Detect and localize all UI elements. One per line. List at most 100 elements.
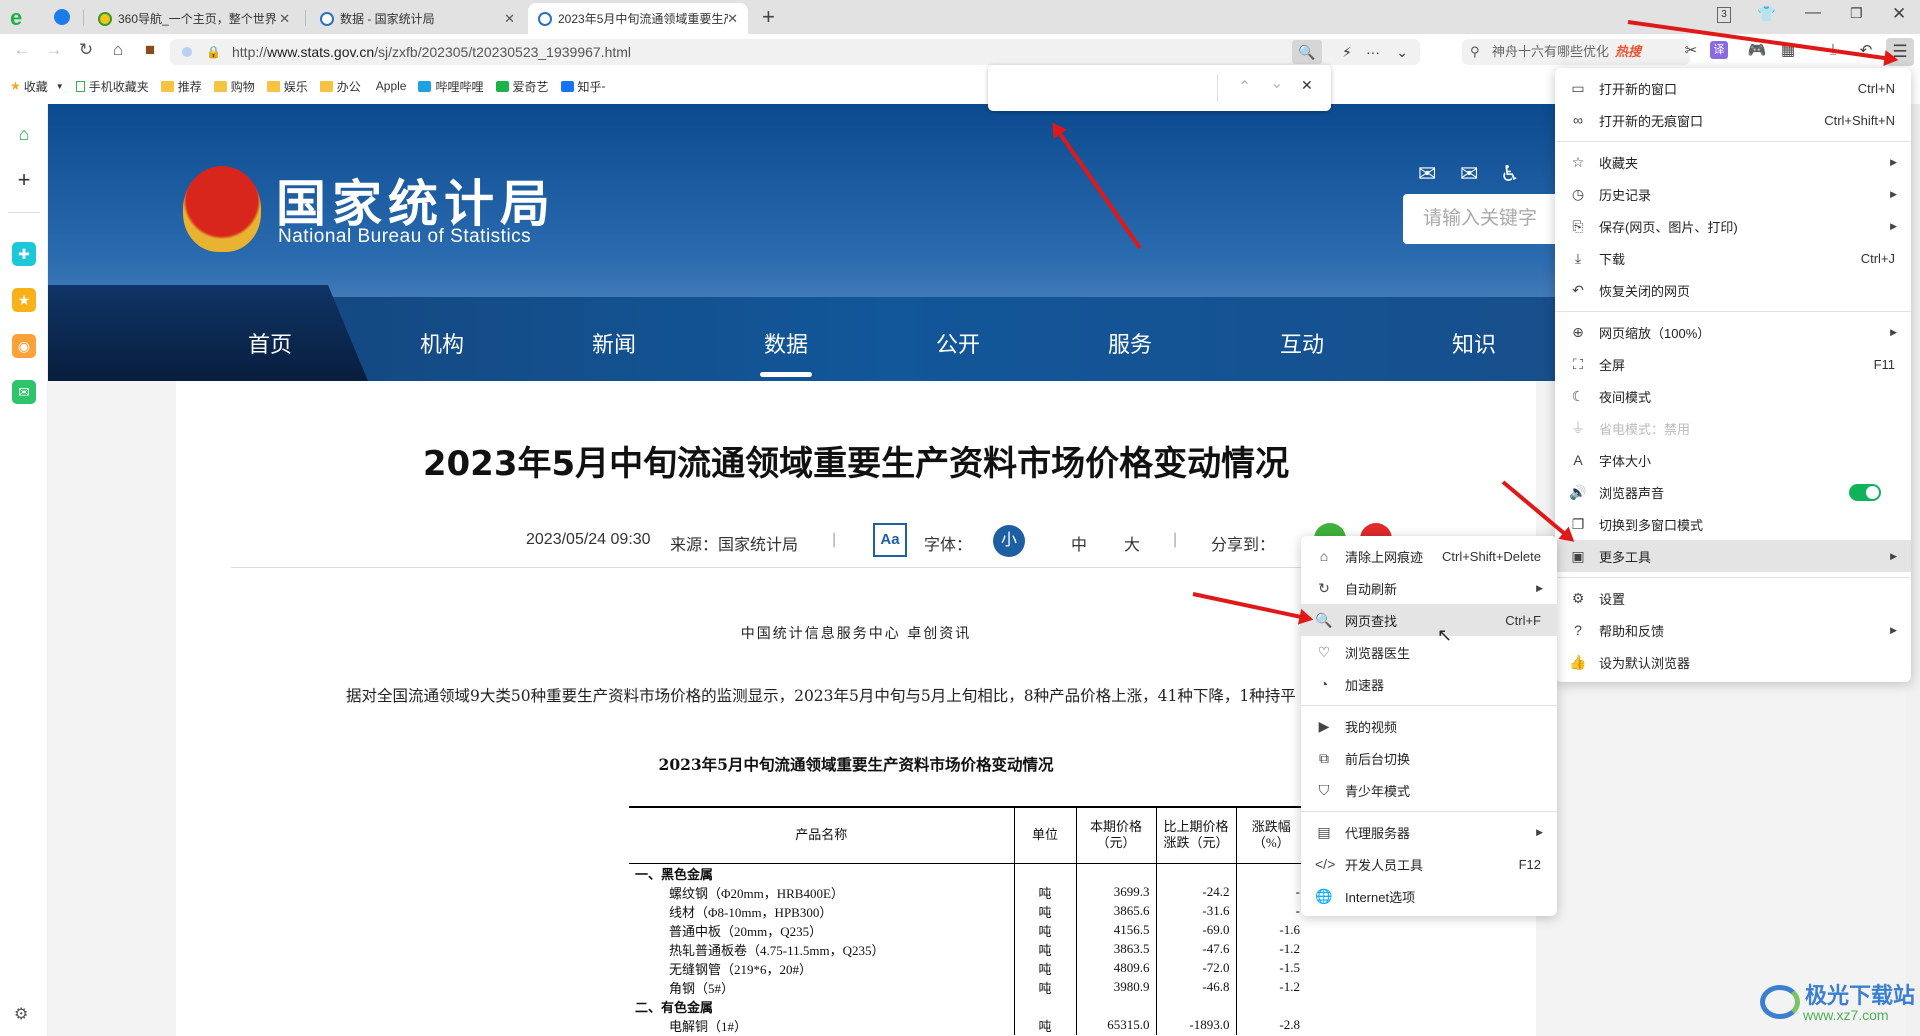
bookmark-iqiyi[interactable]: 爱奇艺 xyxy=(495,78,549,95)
menu-item[interactable]: ☆ 收藏夹 ▶ xyxy=(1555,146,1911,178)
menu-item[interactable]: ▤ 代理服务器 ▶ xyxy=(1301,816,1557,848)
bookmark-bilibili[interactable]: 哔哩哔哩 xyxy=(418,78,484,95)
nav-interact[interactable]: 互动 xyxy=(1262,327,1342,359)
nav-service[interactable]: 服务 xyxy=(1090,327,1170,359)
bookmark-zhihu[interactable]: 知乎 - xyxy=(560,78,606,95)
menu-item[interactable]: ⌂ 清除上网痕迹 Ctrl+Shift+Delete xyxy=(1301,540,1557,572)
translate-icon[interactable]: 译 xyxy=(1710,41,1728,59)
add-icon[interactable]: + xyxy=(12,167,36,192)
menu-item[interactable]: 🔊 浏览器声音 xyxy=(1555,476,1911,508)
find-next-button[interactable]: ⌄ xyxy=(1270,73,1283,93)
history-icon: ◷ xyxy=(1571,185,1585,202)
close-window-button[interactable]: ✕ xyxy=(1892,4,1906,24)
bookmark-folder[interactable]: 推荐 xyxy=(160,78,202,95)
settings-gear-icon[interactable]: ⚙ xyxy=(14,1004,28,1024)
favorites-app-icon[interactable]: ★ xyxy=(12,288,36,312)
lightning-icon[interactable]: ⚡ xyxy=(1342,39,1352,65)
site-info-icon[interactable] xyxy=(182,47,192,57)
scissors-icon[interactable]: ✂ xyxy=(1680,41,1702,59)
menu-item[interactable]: ◔ 加速器 xyxy=(1301,668,1557,700)
menu-item[interactable]: ⚙ 设置 xyxy=(1555,582,1911,614)
menu-item[interactable]: ▣ 更多工具 ▶ xyxy=(1555,540,1911,572)
find-prev-button[interactable]: ⌃ xyxy=(1238,77,1251,97)
font-medium-button[interactable]: 中 xyxy=(1071,531,1087,555)
menu-item[interactable]: ↶ 恢复关闭的网页 xyxy=(1555,274,1911,306)
site-logo-en[interactable]: National Bureau of Statistics xyxy=(278,226,531,248)
tab-count-badge[interactable]: 3 xyxy=(1717,7,1731,23)
menu-item[interactable]: A 字体大小 xyxy=(1555,444,1911,476)
back-button[interactable]: ← xyxy=(10,40,34,60)
insecure-lock-icon[interactable]: 🔒 xyxy=(206,39,221,65)
font-large-button[interactable]: 大 xyxy=(1124,531,1140,555)
accessibility-icon[interactable]: ♿ xyxy=(1500,161,1520,187)
empty-cell xyxy=(1235,863,1306,883)
menu-item[interactable]: 👍 设为默认浏览器 xyxy=(1555,646,1911,678)
health-app-icon[interactable]: ✚ xyxy=(12,242,36,266)
close-tab-icon[interactable]: ✕ xyxy=(504,11,515,27)
close-tab-icon[interactable]: ✕ xyxy=(279,11,290,27)
menu-item[interactable]: </> 开发人员工具 F12 xyxy=(1301,848,1557,880)
game-icon[interactable]: 🎮 xyxy=(1746,41,1768,59)
mail-icon[interactable]: ✉ xyxy=(12,380,36,404)
browser-logo-icon[interactable]: e xyxy=(10,5,22,31)
menu-item[interactable]: ⤓ 下载 Ctrl+J xyxy=(1555,242,1911,274)
reload-button[interactable]: ↻ xyxy=(74,40,98,60)
menu-item[interactable]: ☾ 夜间模式 xyxy=(1555,380,1911,412)
menu-item[interactable]: ◷ 历史记录 ▶ xyxy=(1555,178,1911,210)
menu-item[interactable]: ⎘ 保存(网页、图片、打印) ▶ xyxy=(1555,210,1911,242)
home-icon[interactable]: ⌂ xyxy=(12,122,36,146)
menu-item[interactable]: ⛶ 全屏 F11 xyxy=(1555,348,1911,380)
nav-data[interactable]: 数据 xyxy=(746,327,826,359)
find-in-page-icon[interactable]: 🔍 xyxy=(1292,40,1322,64)
nav-home[interactable]: 首页 xyxy=(230,327,310,359)
nav-knowledge[interactable]: 知识 xyxy=(1434,327,1514,359)
mail-settings-icon[interactable]: ✉ xyxy=(1460,161,1478,187)
bookmark-favorites[interactable]: ★ 收藏 ▼ xyxy=(10,78,64,95)
menu-item[interactable]: ▶ 我的视频 xyxy=(1301,710,1557,742)
menu-item[interactable]: ⧉ 前后台切换 xyxy=(1301,742,1557,774)
tab-stats-data[interactable]: 数据 - 国家统计局 ✕ xyxy=(310,3,525,34)
tab-360-nav[interactable]: 360导航_一个主页，整个世界 ✕ xyxy=(88,3,300,34)
more-icon[interactable]: ··· xyxy=(1366,39,1380,65)
hot-search-box[interactable]: ⚲ 神舟十六有哪些优化 热搜 xyxy=(1462,39,1690,65)
menu-item[interactable]: ⊕ 网页缩放（100%） ▶ xyxy=(1555,316,1911,348)
menu-item[interactable]: ❐ 切换到多窗口模式 xyxy=(1555,508,1911,540)
menu-item[interactable]: ↻ 自动刷新 ▶ xyxy=(1301,572,1557,604)
mail-icon[interactable]: ✉ xyxy=(1418,161,1436,187)
close-tab-icon[interactable]: ✕ xyxy=(727,11,738,27)
address-bar[interactable]: 🔒 http://www.stats.gov.cn/sj/zxfb/202305… xyxy=(170,39,1420,65)
menu-item[interactable]: ∞ 打开新的无痕窗口 Ctrl+Shift+N xyxy=(1555,104,1911,136)
menu-item[interactable]: ♡ 浏览器医生 xyxy=(1301,636,1557,668)
category-cell: 一、黑色金属 xyxy=(635,867,714,883)
minimize-button[interactable]: — xyxy=(1805,4,1821,22)
new-tab-button[interactable]: + xyxy=(762,4,775,30)
sound-toggle[interactable] xyxy=(1849,484,1881,501)
forward-button[interactable]: → xyxy=(42,40,66,60)
find-close-button[interactable]: ✕ xyxy=(1301,77,1313,94)
bookmark-apple[interactable]: Apple xyxy=(373,79,407,93)
bookmark-mobile[interactable]: 手机收藏夹 xyxy=(75,78,149,95)
nav-public[interactable]: 公开 xyxy=(918,327,998,359)
menu-item[interactable]: ? 帮助和反馈 ▶ xyxy=(1555,614,1911,646)
home-button[interactable]: ⌂ xyxy=(106,40,130,60)
bookmark-folder[interactable]: 购物 xyxy=(213,78,255,95)
nav-org[interactable]: 机构 xyxy=(402,327,482,359)
menu-item[interactable]: ▭ 打开新的窗口 Ctrl+N xyxy=(1555,72,1911,104)
menu-item[interactable]: 🌐 Internet选项 xyxy=(1301,880,1557,912)
find-in-page-icon: 🔍 xyxy=(1315,611,1333,628)
menu-item[interactable]: ⛉ 青少年模式 xyxy=(1301,774,1557,806)
menu-item[interactable]: 🔍 网页查找 Ctrl+F xyxy=(1301,604,1557,636)
briefcase-icon[interactable]: ■ xyxy=(138,40,162,60)
bookmark-folder[interactable]: 娱乐 xyxy=(266,78,308,95)
chevron-down-icon[interactable]: ⌄ xyxy=(1396,39,1408,65)
nav-news[interactable]: 新闻 xyxy=(574,327,654,359)
restore-button[interactable]: ❐ xyxy=(1850,5,1863,22)
find-bar: ⌃ ⌄ ✕ xyxy=(988,65,1331,111)
bookmark-folder[interactable]: 办公 xyxy=(319,78,361,95)
weibo-icon[interactable]: ◉ xyxy=(12,334,36,358)
font-small-button[interactable]: 小 xyxy=(993,525,1025,557)
find-input[interactable] xyxy=(998,73,1208,103)
quick-nav-icon[interactable] xyxy=(54,9,70,25)
tab-article[interactable]: 2023年5月中旬流通领域重要生产资料 ✕ xyxy=(528,3,748,34)
skin-icon[interactable]: 👕 xyxy=(1757,5,1776,23)
